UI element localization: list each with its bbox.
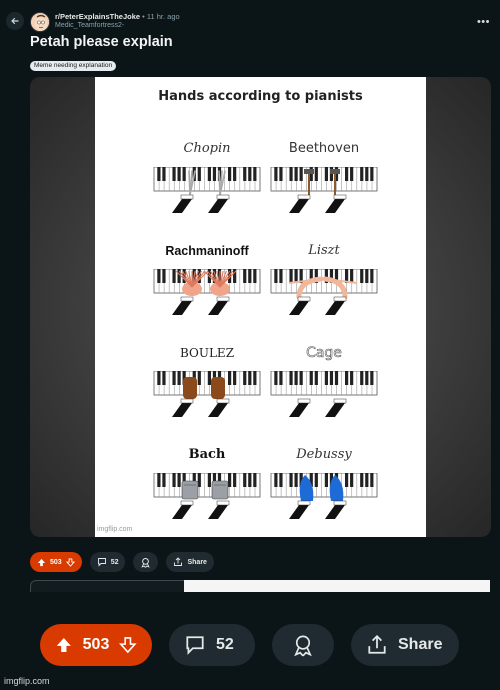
- meme-panel: Chopin: [152, 137, 262, 229]
- composer-name: Bach: [188, 447, 226, 462]
- subreddit-avatar[interactable]: [30, 12, 50, 32]
- piano-keys-illustration: [153, 473, 261, 519]
- share-button[interactable]: Share: [166, 552, 214, 572]
- meme-panel: Liszt: [269, 239, 379, 331]
- meme-title: Hands according to pianists: [158, 89, 363, 104]
- meta-separator: •: [142, 12, 145, 21]
- vote-pill-large: 503: [40, 624, 152, 666]
- post-meta: r/PeterExplainsTheJoke • 11 hr. ago Medi…: [55, 12, 180, 29]
- comment-icon: [97, 558, 106, 567]
- comment-icon: [186, 636, 204, 655]
- award-button[interactable]: [133, 552, 159, 572]
- composer-name: Cage: [306, 345, 342, 362]
- comment-input-strip: [30, 580, 184, 592]
- award-button-large[interactable]: [272, 624, 334, 666]
- vote-score: 503: [50, 558, 62, 566]
- meme-panel: Cage: [269, 341, 379, 433]
- downvote-icon[interactable]: [65, 557, 75, 567]
- share-icon: [368, 634, 386, 654]
- post-actions-zoomed: 503 52 Share: [40, 624, 459, 666]
- comments-button[interactable]: 52: [89, 552, 126, 572]
- vote-pill: 503: [30, 552, 82, 572]
- piano-keys-illustration: [270, 473, 378, 519]
- meme-panel: Debussy: [269, 443, 379, 535]
- comments-count-large: 52: [216, 636, 234, 653]
- downvote-icon[interactable]: [119, 635, 137, 655]
- composer-name: Chopin: [183, 141, 231, 156]
- composer-name: BOULEZ: [179, 346, 235, 360]
- share-label: Share: [187, 558, 207, 566]
- meme-panel: BOULEZ: [152, 341, 262, 433]
- meme-panel: Rachmaninoff: [152, 239, 262, 331]
- meme-image: Hands according to pianists Chopin Beetho…: [95, 77, 426, 537]
- comment-preview-strip: [184, 580, 490, 592]
- composer-name: Rachmaninoff: [165, 244, 249, 258]
- share-icon: [174, 557, 183, 566]
- back-button[interactable]: [6, 12, 24, 30]
- post-flair[interactable]: Meme needing explanation: [30, 61, 117, 71]
- piano-keys-illustration: [270, 269, 378, 315]
- post-media[interactable]: Hands according to pianists Chopin Beetho…: [30, 77, 491, 537]
- share-button-large[interactable]: Share: [351, 624, 459, 666]
- piano-keys-illustration: [270, 371, 378, 417]
- post-actions: 503 52 Share: [30, 552, 214, 572]
- composer-name: Debussy: [296, 447, 352, 462]
- post-author[interactable]: Medic_Teamfortress2-: [55, 22, 180, 29]
- imgflip-watermark: imgflip.com: [4, 676, 50, 686]
- upvote-icon[interactable]: [55, 635, 73, 655]
- meme-panel: Beethoven: [269, 137, 379, 229]
- composer-name: Liszt: [308, 243, 340, 258]
- post-time: 11 hr. ago: [146, 12, 180, 21]
- post-title: Petah please explain: [30, 34, 173, 50]
- share-label-large: Share: [398, 636, 443, 653]
- arrow-left-icon: [11, 17, 19, 25]
- meme-watermark: imgflip.com: [97, 526, 133, 533]
- award-icon: [141, 557, 151, 568]
- more-options-button[interactable]: •••: [477, 16, 490, 28]
- subreddit-name[interactable]: r/PeterExplainsTheJoke: [55, 12, 140, 21]
- composer-name: Beethoven: [288, 141, 360, 156]
- piano-keys-illustration: [270, 167, 378, 213]
- piano-keys-illustration: [153, 269, 261, 315]
- meme-panel: Bach: [152, 443, 262, 535]
- piano-keys-illustration: [153, 371, 261, 417]
- upvote-icon[interactable]: [37, 558, 46, 567]
- piano-keys-illustration: [153, 167, 261, 213]
- comments-button-large[interactable]: 52: [169, 624, 255, 666]
- award-icon: [294, 635, 312, 657]
- comment-input-preview[interactable]: [30, 580, 490, 592]
- vote-score-large: 503: [82, 636, 110, 653]
- comments-count: 52: [110, 558, 119, 566]
- post-page: r/PeterExplainsTheJoke • 11 hr. ago Medi…: [0, 0, 500, 690]
